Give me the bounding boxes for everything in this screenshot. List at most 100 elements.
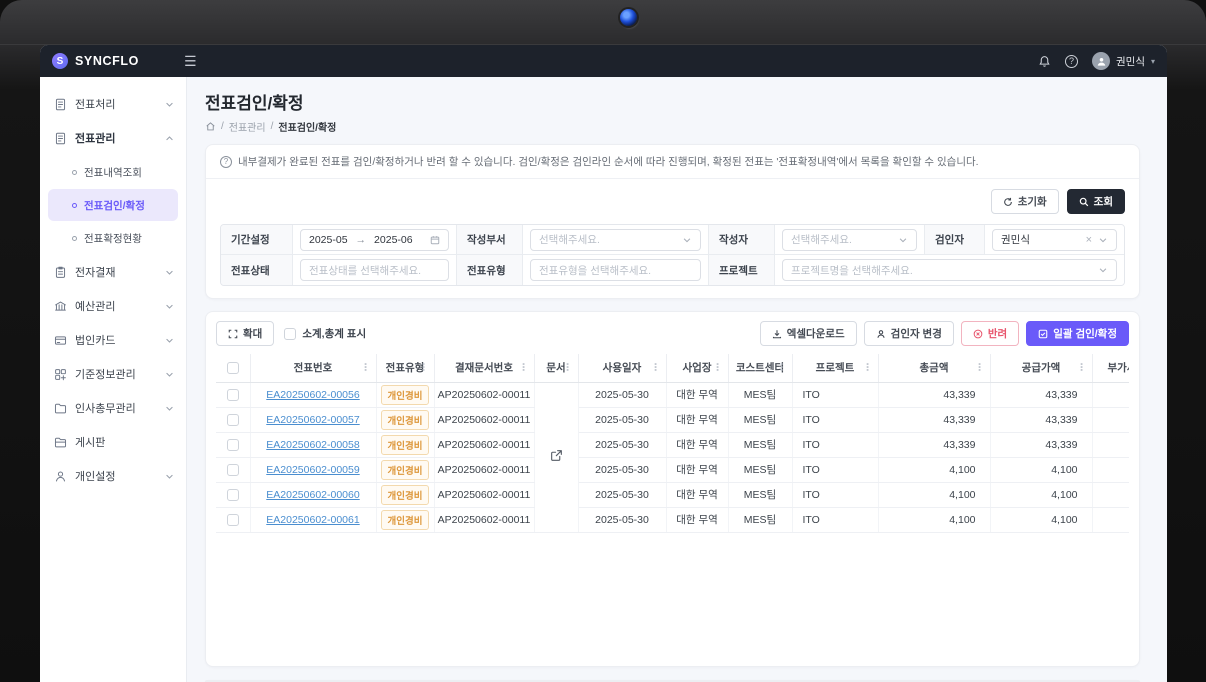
column-menu-icon[interactable]: ⋮	[975, 362, 985, 373]
status-input[interactable]: 전표상태를 선택해주세요.	[300, 259, 449, 281]
reset-button[interactable]: 초기화	[991, 189, 1059, 214]
sidebar-subitem[interactable]: 전표확정현황	[48, 222, 178, 254]
info-banner: ? 내부결제가 완료된 전표를 검인/확정하거나 반려 할 수 있습니다. 검인…	[206, 145, 1139, 179]
type-badge: 개인경비	[381, 435, 430, 455]
column-menu-icon[interactable]: ⋮	[419, 362, 429, 373]
supply-amount-cell: 4,100	[990, 482, 1092, 507]
sidebar-item-2[interactable]: 전표관리	[40, 121, 186, 155]
vat-cell: 0	[1092, 457, 1129, 482]
voucher-link[interactable]: EA20250602-00057	[266, 414, 359, 426]
sidebar-item-8[interactable]: 게시판	[40, 425, 186, 459]
column-menu-icon[interactable]: ⋮	[1077, 362, 1087, 373]
project-cell: ITO	[792, 507, 878, 532]
reject-button[interactable]: 반려	[961, 321, 1019, 346]
clear-icon[interactable]: ×	[1086, 234, 1092, 246]
sidebar-item-5[interactable]: 법인카드	[40, 323, 186, 357]
row-select-cell	[216, 507, 250, 532]
voucher-no-cell: EA20250602-00056	[250, 382, 376, 407]
period-range-input[interactable]: 2025-05 → 2025-06	[300, 229, 449, 251]
breadcrumb-parent[interactable]: 전표관리	[229, 119, 266, 134]
column-menu-icon[interactable]: ⋮	[651, 362, 661, 373]
column-menu-icon[interactable]: ⋮	[519, 362, 529, 373]
type-label: 전표유형	[457, 255, 523, 285]
column-menu-icon[interactable]: ⋮	[777, 362, 787, 373]
open-document-icon[interactable]	[550, 449, 563, 462]
row-checkbox[interactable]	[227, 389, 239, 401]
voucher-type-cell: 개인경비	[376, 482, 434, 507]
logo-text: SYNCFLO	[75, 54, 139, 68]
row-select-cell	[216, 432, 250, 457]
type-badge: 개인경비	[381, 460, 430, 480]
writer-select[interactable]: 선택해주세요.	[782, 229, 917, 251]
sidebar-item-label: 인사총무관리	[75, 400, 136, 416]
voucher-type-cell: 개인경비	[376, 507, 434, 532]
voucher-type-cell: 개인경비	[376, 432, 434, 457]
sidebar-subitem[interactable]: 전표검인/확정	[48, 189, 178, 221]
sidebar-item-label: 예산관리	[75, 298, 115, 314]
use-date-cell: 2025-05-30	[578, 432, 666, 457]
approver-select[interactable]: 권민식 ×	[992, 229, 1117, 251]
voucher-link[interactable]: EA20250602-00061	[266, 514, 359, 526]
app-logo[interactable]: S SYNCFLO	[52, 53, 170, 69]
calendar-icon	[430, 235, 440, 245]
help-icon[interactable]: ?	[1065, 55, 1078, 68]
search-button[interactable]: 조회	[1067, 189, 1125, 214]
circle-x-icon	[973, 329, 983, 339]
column-menu-icon[interactable]: ⋮	[563, 362, 573, 373]
app-screen: S SYNCFLO ☰ ? 권민식 ▾ 전표처리전표관리전표내역조회전표검인/확…	[40, 45, 1167, 682]
sidebar-subitem[interactable]: 전표내역조회	[48, 156, 178, 188]
bell-icon[interactable]	[1038, 55, 1051, 68]
project-cell: ITO	[792, 382, 878, 407]
sidebar-item-7[interactable]: 인사총무관리	[40, 391, 186, 425]
voucher-no-cell: EA20250602-00061	[250, 507, 376, 532]
project-select[interactable]: 프로젝트명을 선택해주세요.	[782, 259, 1117, 281]
voucher-type-cell: 개인경비	[376, 457, 434, 482]
status-label: 전표상태	[221, 255, 293, 285]
expand-button[interactable]: 확대	[216, 321, 274, 346]
subtotal-checkbox[interactable]	[284, 328, 296, 340]
voucher-link[interactable]: EA20250602-00060	[266, 489, 359, 501]
excel-download-button[interactable]: 엑셀다운로드	[760, 321, 857, 346]
table-header-row: 전표번호⋮전표유형⋮결재문서번호⋮문서⋮사용일자⋮사업장⋮코스트센터⋮프로젝트⋮…	[216, 354, 1129, 382]
voucher-link[interactable]: EA20250602-00056	[266, 389, 359, 401]
voucher-no-cell: EA20250602-00059	[250, 457, 376, 482]
column-header: 결재문서번호⋮	[434, 354, 534, 382]
cost-center-cell: MES팀	[728, 482, 792, 507]
home-icon[interactable]	[205, 121, 216, 132]
dept-select[interactable]: 선택해주세요.	[530, 229, 701, 251]
voucher-link[interactable]: EA20250602-00058	[266, 439, 359, 451]
project-label: 프로젝트	[709, 255, 775, 285]
sidebar-item-4[interactable]: 예산관리	[40, 289, 186, 323]
column-menu-icon[interactable]: ⋮	[713, 362, 723, 373]
total-amount-cell: 4,100	[878, 482, 990, 507]
card-icon	[54, 334, 67, 347]
menu-toggle-icon[interactable]: ☰	[184, 54, 197, 68]
chevron-down-icon	[165, 336, 174, 345]
row-checkbox[interactable]	[227, 414, 239, 426]
bulk-confirm-button[interactable]: 일괄 검인/확정	[1026, 321, 1129, 346]
type-input[interactable]: 전표유형을 선택해주세요.	[530, 259, 701, 281]
sidebar-item-6[interactable]: 기준정보관리	[40, 357, 186, 391]
site-cell: 대한 무역	[666, 507, 728, 532]
voucher-link[interactable]: EA20250602-00059	[266, 464, 359, 476]
sidebar-item-3[interactable]: 전자결재	[40, 255, 186, 289]
column-menu-icon[interactable]: ⋮	[361, 362, 371, 373]
supply-amount-cell: 43,339	[990, 382, 1092, 407]
change-approver-button[interactable]: 검인자 변경	[864, 321, 954, 346]
sidebar-item-9[interactable]: 개인설정	[40, 459, 186, 493]
download-icon	[772, 329, 782, 339]
logo-badge-icon: S	[52, 53, 68, 69]
row-select-cell	[216, 382, 250, 407]
row-checkbox[interactable]	[227, 464, 239, 476]
row-checkbox[interactable]	[227, 489, 239, 501]
webcam-icon	[620, 9, 637, 26]
user-menu[interactable]: 권민식 ▾	[1092, 52, 1155, 70]
vat-cell: 0	[1092, 382, 1129, 407]
select-all-checkbox[interactable]	[227, 362, 239, 374]
voucher-type-cell: 개인경비	[376, 407, 434, 432]
column-menu-icon[interactable]: ⋮	[863, 362, 873, 373]
row-checkbox[interactable]	[227, 514, 239, 526]
row-checkbox[interactable]	[227, 439, 239, 451]
sidebar-item-1[interactable]: 전표처리	[40, 87, 186, 121]
subtotal-label: 소계,총계 표시	[302, 326, 366, 341]
